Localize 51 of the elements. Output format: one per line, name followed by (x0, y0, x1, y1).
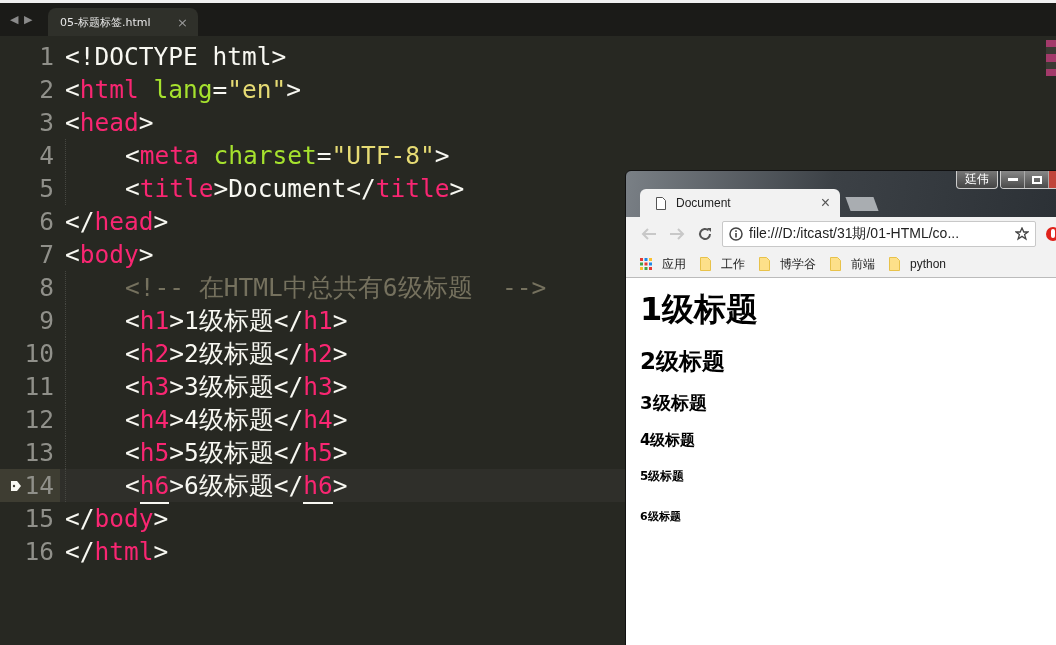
heading: 3级标题 (640, 391, 708, 415)
line-number: 11 (24, 372, 54, 401)
user-badge[interactable]: 廷伟 (956, 171, 998, 189)
bookmark-item[interactable]: 工作 (700, 255, 745, 273)
code-line: </html> (65, 537, 169, 566)
heading: 2级标题 (640, 347, 726, 376)
line-number: 10 (24, 339, 54, 368)
nav-arrow-button[interactable]: ◀ (10, 13, 18, 26)
nav-arrow-button[interactable]: ▶ (24, 13, 32, 26)
code-line: <h5>5级标题</h5> (125, 437, 348, 469)
file-tab[interactable]: 05-标题标签.html × (48, 8, 198, 36)
line-number: 15 (24, 504, 54, 533)
line-number: 13 (24, 438, 54, 467)
line-number: 12 (24, 405, 54, 434)
heading: 4级标题 (640, 431, 697, 450)
code-line: </body> (65, 504, 169, 533)
heading: 6级标题 (640, 509, 682, 524)
address-bar[interactable]: file:///D:/itcast/31期/01-HTML/co... (722, 221, 1036, 247)
line-number: 16 (24, 537, 54, 566)
code-line: <html lang="en"> (65, 75, 302, 104)
close-icon[interactable]: × (820, 194, 830, 212)
code-line: <h2>2级标题</h2> (125, 338, 348, 370)
code-line: <title>Document</title> (125, 174, 465, 203)
bookmark-item[interactable]: 博学谷 (759, 255, 816, 273)
line-number: 1 (39, 42, 54, 71)
code-line: <meta charset="UTF-8"> (125, 141, 450, 170)
code-line: <!-- 在HTML中总共有6级标题 --> (125, 272, 547, 304)
line-number: 14 (24, 471, 54, 500)
line-number: 4 (39, 141, 54, 170)
code-line: <h1>1级标题</h1> (125, 305, 348, 337)
browser-tab[interactable]: Document × (640, 189, 840, 217)
code-line: <h4>4级标题</h4> (125, 404, 348, 436)
code-line: </head> (65, 207, 169, 236)
line-number: 8 (39, 273, 54, 302)
code-line: <!DOCTYPE html> (65, 42, 287, 71)
heading: 1级标题 (640, 289, 760, 330)
line-number: 2 (39, 75, 54, 104)
bookmark-item[interactable]: 前端 (830, 255, 875, 273)
bookmark-item[interactable]: 应用 (640, 255, 686, 273)
line-number: 6 (39, 207, 54, 236)
line-number: 5 (39, 174, 54, 203)
code-line: <head> (65, 108, 154, 137)
close-icon[interactable]: × (177, 14, 188, 30)
line-number: 3 (39, 108, 54, 137)
code-line: <body> (65, 240, 154, 269)
code-line: <h6>6级标题</h6> (125, 469, 348, 502)
code-line: <h3>3级标题</h3> (125, 371, 348, 403)
heading: 5级标题 (640, 468, 686, 485)
line-number: 7 (39, 240, 54, 269)
bookmark-item[interactable]: python (889, 257, 947, 271)
line-number: 9 (39, 306, 54, 335)
